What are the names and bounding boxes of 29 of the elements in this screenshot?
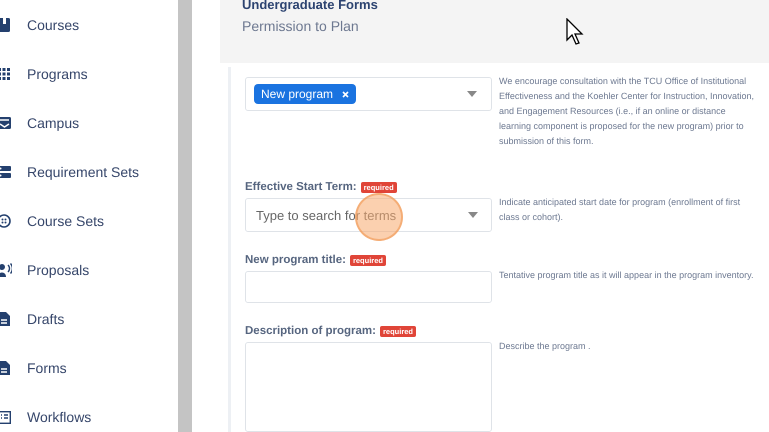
tag-chip[interactable]: New program bbox=[254, 84, 356, 104]
list-icon bbox=[0, 408, 12, 424]
sidebar-item[interactable]: Workflows bbox=[0, 392, 178, 432]
caret-down-icon bbox=[467, 91, 477, 97]
field-label: New program title: bbox=[245, 254, 346, 266]
grid-icon bbox=[0, 66, 12, 82]
help-text: Indicate anticipated start date for program (enrollment of first class or cohort). bbox=[499, 196, 742, 224]
sidebar-item[interactable]: Programs bbox=[0, 49, 178, 98]
person-speaking-icon bbox=[0, 262, 12, 278]
help-text: Describe the program . bbox=[499, 340, 592, 353]
caret-down-icon bbox=[468, 212, 478, 218]
form-title: Permission to Plan bbox=[242, 18, 359, 34]
sidebar-item[interactable]: Proposals bbox=[0, 245, 178, 294]
mouse-pointer-icon bbox=[566, 18, 586, 46]
scrollbar[interactable] bbox=[178, 0, 192, 432]
remove-icon[interactable] bbox=[342, 90, 350, 98]
field-label: Effective Start Term: bbox=[245, 181, 357, 193]
help-text: We encourage consultation with the TCU Office of Institutional Effectiveness and the Koehler Center for Instruction, Innovation, and Engagement Resources (i.e., if an online or distance learning component is proposed for the new program) prior to submission of this form. bbox=[499, 75, 755, 148]
field-label: Description of program: bbox=[245, 325, 376, 337]
sidebar-item[interactable]: Course Sets bbox=[0, 196, 178, 245]
text-field[interactable] bbox=[245, 271, 492, 303]
sidebar-item[interactable]: Courses bbox=[0, 0, 178, 49]
text-area[interactable] bbox=[245, 342, 492, 432]
help-text: Tentative program title as it will appear in the program inventory. bbox=[499, 269, 754, 282]
sidebar-item[interactable]: Drafts bbox=[0, 294, 178, 343]
sidebar-item[interactable]: Requirement Sets bbox=[0, 147, 178, 196]
sidebar-item[interactable]: Campus bbox=[0, 98, 178, 147]
multi-select-field[interactable]: New program bbox=[245, 77, 492, 111]
sidebar-item[interactable]: Forms bbox=[0, 343, 178, 392]
